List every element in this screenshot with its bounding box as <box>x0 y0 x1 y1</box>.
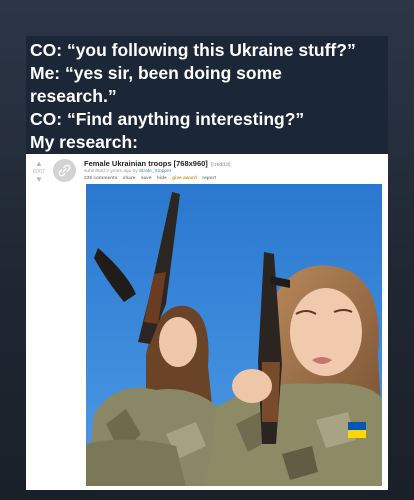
ukraine-flag-patch <box>348 422 366 430</box>
right-soldier-hand <box>232 369 272 403</box>
share-link[interactable]: share <box>123 176 136 181</box>
save-link[interactable]: save <box>141 176 152 181</box>
comments-link[interactable]: 235 comments <box>84 176 117 181</box>
downvote-icon[interactable]: ▼ <box>30 176 48 184</box>
vote-column: ▲ 6007 ▼ <box>30 160 48 184</box>
post-author[interactable]: Strafe_Stopper <box>139 169 171 174</box>
caption-line-4: CO: “Find anything interesting?” <box>30 109 305 129</box>
post-action-links: 235 comments share save hide give award … <box>84 176 220 181</box>
caption-line-5: My research: <box>30 132 138 152</box>
left-soldier-face <box>159 317 197 367</box>
post-title[interactable]: Female Ukrainian troops [768x960] <box>84 159 208 168</box>
report-link[interactable]: report <box>202 176 216 181</box>
caption-line-1: CO: “you following this Ukraine stuff?” <box>30 40 356 60</box>
upvote-icon[interactable]: ▲ <box>30 160 48 168</box>
link-thumbnail-icon[interactable] <box>53 159 76 182</box>
post-meta: submitted 3 years ago by Strafe_Stopper <box>84 169 171 174</box>
post-photo <box>86 184 382 486</box>
caption-line-2: Me: “yes sir, been doing some <box>30 63 282 83</box>
post-title-row: Female Ukrainian troops [768x960] (i.redd… <box>84 159 231 168</box>
give-award-link[interactable]: give award <box>172 176 197 181</box>
submitted-text: submitted 3 years ago by <box>84 169 138 174</box>
hide-link[interactable]: hide <box>157 176 167 181</box>
reddit-post-screenshot: ▲ 6007 ▼ Female Ukrainian troops [768x96… <box>26 154 388 490</box>
post-domain[interactable]: (i.redd.it) <box>211 162 231 168</box>
caption-line-3: research.” <box>30 86 117 106</box>
